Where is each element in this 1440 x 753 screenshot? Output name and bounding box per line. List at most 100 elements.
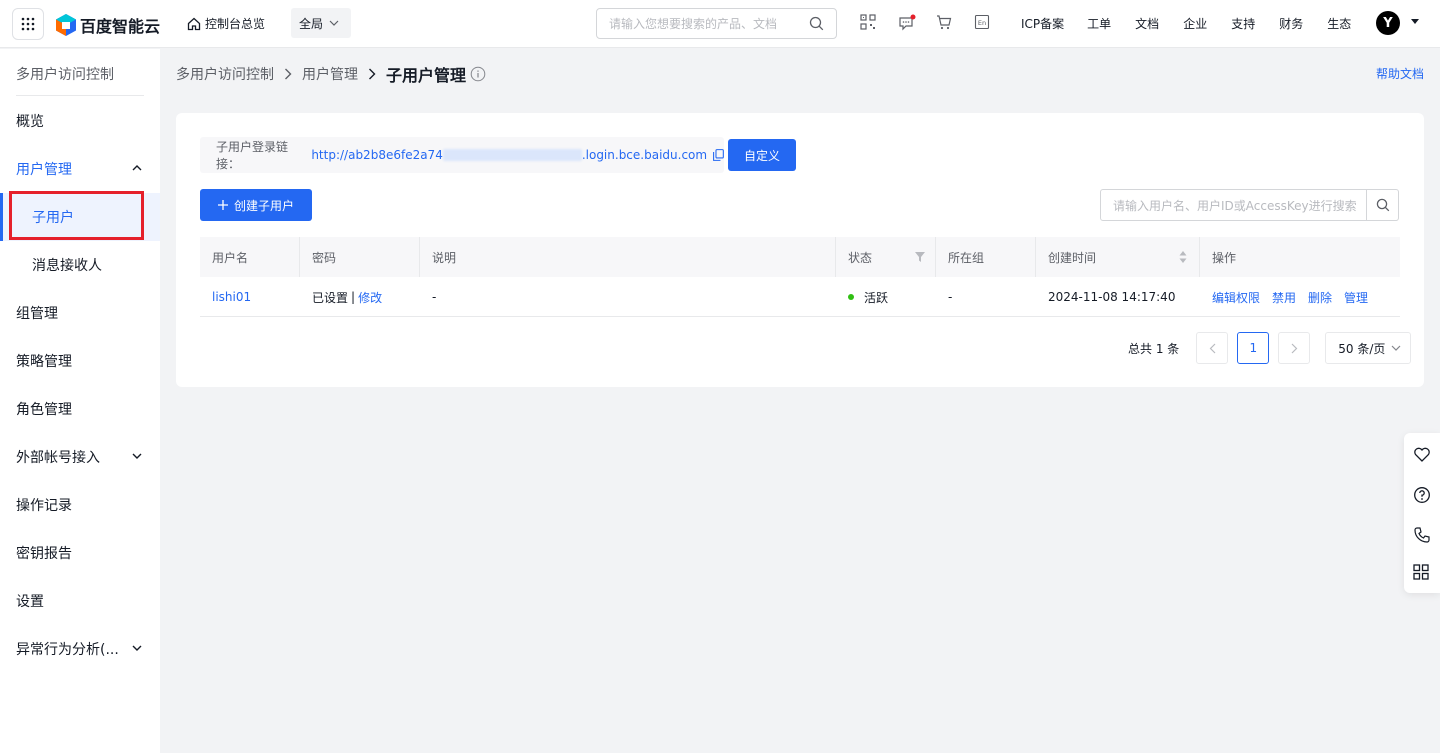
create-sub-user-button[interactable]: 创建子用户 [200,189,312,221]
nav-ticket[interactable]: 工单 [1087,15,1111,32]
breadcrumb: 多用户访问控制 用户管理 子用户管理 [176,62,486,86]
avatar[interactable]: Y [1376,11,1400,35]
nav-finance[interactable]: 财务 [1279,15,1303,32]
chevron-right-icon [1291,343,1298,353]
column-created: 创建时间 [1036,237,1200,277]
sidebar-item-policy-management[interactable]: 策略管理 [0,337,160,385]
breadcrumb-item[interactable]: 多用户访问控制 [176,64,274,84]
sidebar-title: 多用户访问控制 [16,67,114,83]
sidebar-item-message-receiver[interactable]: 消息接收人 [0,241,160,289]
top-bar: 百度智能云 控制台总览 全局 请输入您想要搜索的产品、文档 En ICP备案 工… [0,0,1440,48]
pagination: 总共 1 条 1 50 条/页 [1128,332,1412,364]
nav-enterprise[interactable]: 企业 [1183,15,1207,32]
sidebar-item-label: 策略管理 [16,354,72,370]
sidebar-item-label: 组管理 [16,306,58,322]
create-sub-user-label: 创建子用户 [233,198,294,213]
logo[interactable]: 百度智能云 [56,13,160,37]
prev-page-button[interactable] [1196,332,1229,364]
search-icon[interactable] [809,16,824,31]
sidebar-item-label: 角色管理 [16,402,72,418]
sidebar-item-overview[interactable]: 概览 [0,97,160,145]
phone-icon[interactable] [1413,526,1431,544]
logo-text: 百度智能云 [80,17,161,36]
top-nav: ICP备案 工单 文档 企业 支持 财务 生态 [1021,15,1351,32]
sidebar-item-label: 消息接收人 [32,258,102,274]
page-size-select[interactable]: 50 条/页 [1325,332,1412,364]
copy-icon[interactable] [713,149,724,161]
breadcrumb-item[interactable]: 用户管理 [302,64,358,84]
manage-link[interactable]: 管理 [1344,289,1368,306]
sort-icon[interactable] [1179,250,1187,264]
help-icon[interactable] [1413,486,1431,504]
region-label: 全局 [299,16,324,31]
delete-link[interactable]: 删除 [1308,289,1332,306]
chevron-down-icon [329,20,339,26]
filter-icon[interactable] [915,252,925,262]
sidebar-item-key-report[interactable]: 密钥报告 [0,529,160,577]
chevron-down-icon [132,453,142,459]
nav-docs[interactable]: 文档 [1135,15,1159,32]
svg-text:En: En [978,19,986,27]
chevron-left-icon [1209,343,1216,353]
next-page-button[interactable] [1278,332,1311,364]
sidebar-item-label: 概览 [16,114,44,130]
login-link-url-prefix[interactable]: http://ab2b8e6fe2a74 [311,148,443,162]
global-search-input[interactable]: 请输入您想要搜索的产品、文档 [596,8,837,39]
nav-support[interactable]: 支持 [1231,15,1255,32]
user-search-input[interactable]: 请输入用户名、用户ID或AccessKey进行搜索 [1100,189,1399,221]
sidebar-item-user-management[interactable]: 用户管理 [0,145,160,193]
home-icon [187,17,201,30]
username-link[interactable]: lishi01 [212,290,251,304]
console-home-link[interactable]: 控制台总览 [187,15,265,32]
favorite-icon[interactable] [1413,446,1431,464]
column-status: 状态 [836,237,936,277]
column-actions: 操作 [1212,250,1237,265]
sidebar-item-label: 密钥报告 [16,546,72,562]
help-docs-link[interactable]: 帮助文档 [1376,65,1424,82]
app-grid-icon[interactable] [12,8,44,40]
apps-icon[interactable] [1413,564,1431,582]
login-link-url-suffix[interactable]: .login.bce.baidu.com [582,148,707,162]
status-value: 活跃 [864,290,889,305]
sidebar-item-anomaly-analysis[interactable]: 异常行为分析(... [0,625,160,673]
message-icon[interactable] [898,14,916,32]
sidebar-item-external-account[interactable]: 外部帐号接入 [0,433,160,481]
table-row: lishi01 已设置 | 修改 - 活跃 - 2024-11-08 14:17… [200,277,1400,317]
description-value: - [432,290,437,304]
divider: | [351,290,356,304]
column-created-label: 创建时间 [1048,250,1097,265]
sidebar-item-role-management[interactable]: 角色管理 [0,385,160,433]
sidebar-item-label: 设置 [16,594,44,610]
sidebar-item-group-management[interactable]: 组管理 [0,289,160,337]
sidebar-item-label: 异常行为分析(... [16,642,119,658]
page-button-current[interactable]: 1 [1237,332,1270,364]
chevron-down-icon [132,645,142,651]
column-password: 密码 [300,237,420,277]
region-select[interactable]: 全局 [291,8,351,38]
info-icon[interactable] [470,66,486,82]
password-status: 已设置 [312,290,349,305]
sidebar-item-settings[interactable]: 设置 [0,577,160,625]
search-button[interactable] [1366,190,1398,220]
language-icon[interactable]: En [974,14,992,32]
status-dot [848,294,854,300]
divider [16,95,144,96]
sidebar-item-label: 用户管理 [16,162,72,178]
chevron-right-icon [369,68,376,80]
customize-button[interactable]: 自定义 [728,139,796,171]
disable-link[interactable]: 禁用 [1272,289,1296,306]
global-search-placeholder: 请输入您想要搜索的产品、文档 [609,17,778,31]
caret-down-icon[interactable] [1411,19,1419,24]
group-value: - [948,290,953,304]
qrcode-icon[interactable] [860,14,878,32]
edit-password-link[interactable]: 修改 [358,289,382,306]
nav-icp[interactable]: ICP备案 [1021,15,1064,32]
sub-user-card: 子用户登录链接： http://ab2b8e6fe2a74 .login.bce… [176,113,1424,387]
cart-icon[interactable] [936,14,954,32]
edit-permission-link[interactable]: 编辑权限 [1212,289,1260,306]
search-icon [1376,198,1389,212]
sidebar-item-operation-log[interactable]: 操作记录 [0,481,160,529]
masked-url-part [442,149,582,161]
nav-ecosystem[interactable]: 生态 [1327,15,1351,32]
console-home-label: 控制台总览 [205,17,266,31]
